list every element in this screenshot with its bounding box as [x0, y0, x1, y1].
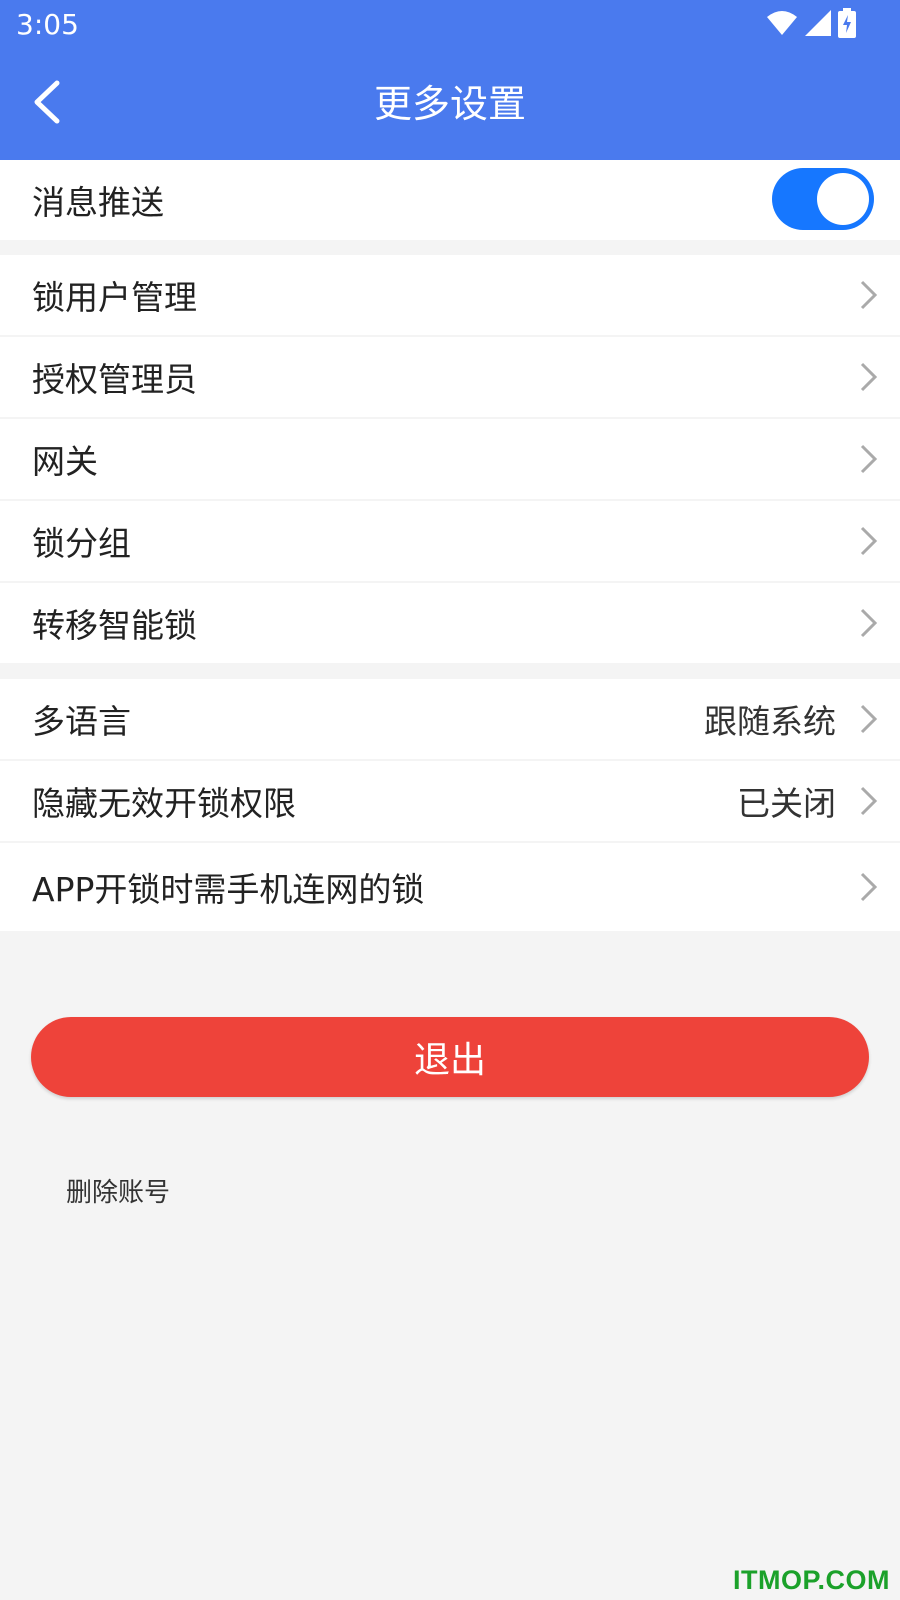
menu-item-lock-user-management[interactable]: 锁用户管理 — [0, 255, 900, 335]
menu-item-label: 授权管理员 — [32, 360, 197, 399]
menu-item-transfer-lock[interactable]: 转移智能锁 — [0, 583, 900, 663]
menu-item-label: 锁分组 — [32, 524, 131, 563]
app-header: 3:05 更多设置 — [0, 0, 900, 160]
toggle-knob — [817, 173, 869, 225]
chevron-right-icon — [860, 704, 878, 734]
menu-item-lock-group[interactable]: 锁分组 — [0, 501, 900, 581]
menu-item-label: 网关 — [32, 442, 98, 481]
menu-item-hide-invalid-permissions[interactable]: 隐藏无效开锁权限 已关闭 — [0, 761, 900, 841]
chevron-right-icon — [860, 872, 878, 902]
battery-charging-icon — [838, 8, 856, 42]
push-notification-label: 消息推送 — [32, 183, 164, 222]
menu-item-label: 多语言 — [32, 702, 131, 741]
chevron-right-icon — [860, 362, 878, 392]
menu-item-label: APP开锁时需手机连网的锁 — [32, 870, 425, 909]
chevron-right-icon — [860, 444, 878, 474]
wifi-icon — [766, 9, 798, 41]
signal-icon — [804, 9, 832, 41]
menu-item-authorized-admin[interactable]: 授权管理员 — [0, 337, 900, 417]
logout-button[interactable]: 退出 — [31, 1017, 869, 1097]
chevron-right-icon — [860, 280, 878, 310]
menu-item-gateway[interactable]: 网关 — [0, 419, 900, 499]
chevron-right-icon — [860, 526, 878, 556]
menu-item-network-required-locks[interactable]: APP开锁时需手机连网的锁 — [0, 843, 900, 931]
push-notification-toggle[interactable] — [772, 168, 874, 230]
menu-item-value: 已关闭 — [737, 784, 836, 823]
menu-item-language[interactable]: 多语言 跟随系统 — [0, 679, 900, 759]
chevron-right-icon — [860, 608, 878, 638]
menu-item-label: 隐藏无效开锁权限 — [32, 784, 296, 823]
watermark-logo: ITMOP.COM — [732, 1565, 890, 1595]
status-icons — [766, 8, 856, 42]
menu-item-label: 锁用户管理 — [32, 278, 197, 317]
status-time: 3:05 — [16, 8, 79, 41]
push-notification-row: 消息推送 — [0, 160, 900, 240]
menu-item-value: 跟随系统 — [704, 702, 836, 741]
page-title: 更多设置 — [373, 82, 526, 126]
menu-item-label: 转移智能锁 — [32, 606, 197, 645]
chevron-right-icon — [860, 786, 878, 816]
delete-account-link[interactable]: 删除账号 — [66, 1172, 170, 1209]
